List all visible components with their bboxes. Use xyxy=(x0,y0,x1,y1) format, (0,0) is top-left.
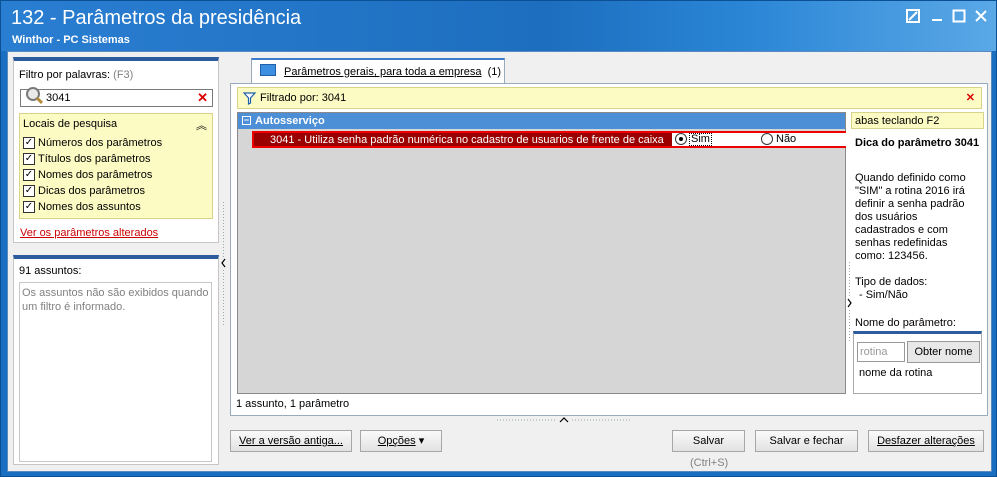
checkbox[interactable]: ✓ xyxy=(23,201,35,213)
parameter-name-label: Nome do parâmetro: xyxy=(855,317,956,329)
filter-bar: Filtrado por: 3041 ✕ xyxy=(237,87,982,109)
search-value: 3041 xyxy=(46,92,71,104)
parameter-row[interactable]: 3041 - Utiliza senha padrão numérica no … xyxy=(252,131,846,148)
routine-name-label: nome da rotina xyxy=(859,367,933,379)
options-button[interactable]: Opções ▾ xyxy=(360,430,442,452)
tab-general-parameters[interactable]: Parâmetros gerais, para toda a empresa (… xyxy=(251,58,505,84)
tip-body: Quando definido como "SIM" a rotina 2016… xyxy=(855,172,966,262)
group-header[interactable]: − Autosserviço xyxy=(238,113,845,129)
collapse-chevron-icon[interactable]: ︽ xyxy=(196,117,207,133)
collapse-icon[interactable]: − xyxy=(242,116,251,125)
get-name-button[interactable]: Obter nome xyxy=(907,341,980,363)
restore-style-icon[interactable] xyxy=(905,9,921,25)
tip-heading: Dica do parâmetro 3041 xyxy=(855,137,980,149)
chevron-down-icon: ▾ xyxy=(418,435,425,447)
checkbox[interactable]: ✓ xyxy=(23,153,35,165)
altered-parameters-link[interactable]: Ver os parâmetros alterados xyxy=(20,227,158,239)
old-version-button[interactable]: Ver a versão antiga... xyxy=(230,430,352,452)
filter-text: Filtrado por: 3041 xyxy=(260,92,347,104)
clear-filter-icon[interactable]: ✕ xyxy=(966,91,975,104)
search-locations-box: Locais de pesquisa ︽ ✓ Números dos parâme… xyxy=(19,113,213,219)
undo-changes-button[interactable]: Desfazer alterações xyxy=(868,430,984,452)
right-splitter[interactable] xyxy=(846,262,853,342)
save-shortcut: (Ctrl+S) xyxy=(690,457,729,469)
parameters-grid: − Autosserviço 3041 - Utiliza senha padr… xyxy=(237,112,846,394)
search-input[interactable]: 3041 ✕ xyxy=(20,86,213,107)
filter-funnel-icon xyxy=(242,92,257,105)
tab-panel: Filtrado por: 3041 ✕ − Autosserviço 3041… xyxy=(230,83,988,416)
tip-panel: abas teclando F2 Dica do parâmetro 3041 … xyxy=(851,112,984,394)
checkbox[interactable]: ✓ xyxy=(23,185,35,197)
radio-no[interactable] xyxy=(761,133,773,145)
parameter-value-options: Sim Não xyxy=(672,133,846,146)
close-icon[interactable] xyxy=(973,9,989,25)
client-area: Filtro por palavras: (F3) 3041 ✕ Locais … xyxy=(7,51,992,472)
search-locations-title: Locais de pesquisa xyxy=(23,118,118,130)
tip-hint: abas teclando F2 xyxy=(851,112,984,129)
subjects-count: 91 assuntos: xyxy=(19,265,82,277)
window-title: 132 - Parâmetros da presidência xyxy=(11,7,302,29)
filter-panel: Filtro por palavras: (F3) 3041 ✕ Locais … xyxy=(13,57,219,243)
search-icon xyxy=(25,86,44,105)
parameter-text: 3041 - Utiliza senha padrão numérica no … xyxy=(270,134,664,146)
save-button[interactable]: Salvar xyxy=(672,430,745,452)
folder-icon xyxy=(260,64,276,76)
data-type: Tipo de dados: - Sim/Não xyxy=(855,276,928,301)
app-window: 132 - Parâmetros da presidência Winthor … xyxy=(0,0,997,477)
bottom-splitter[interactable] xyxy=(497,415,632,423)
subjects-panel: 91 assuntos: Os assuntos não são exibido… xyxy=(13,255,219,465)
parameter-name-box: rotina Obter nome nome da rotina xyxy=(853,331,982,394)
grid-summary: 1 assunto, 1 parâmetro xyxy=(236,398,350,410)
save-and-close-button[interactable]: Salvar e fechar xyxy=(755,430,858,452)
title-bar: 132 - Parâmetros da presidência Winthor … xyxy=(1,1,996,51)
filter-label: Filtro por palavras: (F3) xyxy=(19,69,134,81)
checkbox[interactable]: ✓ xyxy=(23,169,35,181)
clear-search-icon[interactable]: ✕ xyxy=(197,90,208,106)
routine-input[interactable]: rotina xyxy=(857,342,905,362)
checkbox[interactable]: ✓ xyxy=(23,137,35,149)
subjects-note: Os assuntos não são exibidos quando um f… xyxy=(19,282,212,462)
maximize-icon[interactable] xyxy=(951,9,967,25)
window-subtitle: Winthor - PC Sistemas xyxy=(12,34,130,46)
radio-yes[interactable] xyxy=(675,133,687,145)
left-splitter[interactable] xyxy=(220,202,227,327)
minimize-icon[interactable] xyxy=(929,9,945,25)
